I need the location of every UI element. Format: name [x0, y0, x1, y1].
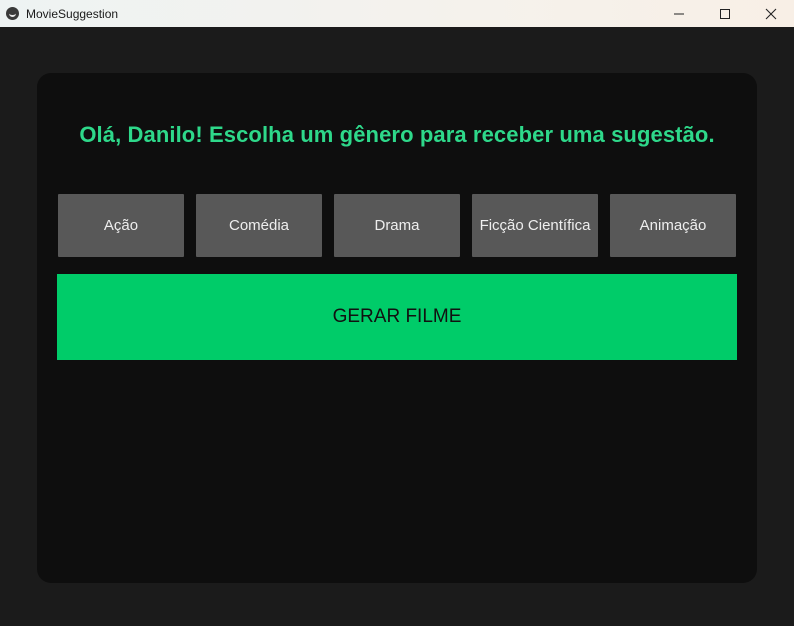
maximize-icon	[720, 8, 730, 19]
genre-button-drama[interactable]: Drama	[334, 194, 460, 257]
genre-button-row: Ação Comédia Drama Ficção Científica Ani…	[58, 194, 736, 257]
greeting-heading: Olá, Danilo! Escolha um gênero para rece…	[79, 122, 715, 147]
genre-button-acao[interactable]: Ação	[58, 194, 184, 257]
genre-button-comedia[interactable]: Comédia	[196, 194, 322, 257]
window-title: MovieSuggestion	[26, 6, 119, 21]
maximize-button[interactable]	[702, 0, 748, 27]
minimize-icon	[674, 13, 684, 14]
genre-button-animacao[interactable]: Animação	[610, 194, 736, 257]
window-controls	[656, 0, 794, 27]
app-logo-icon	[6, 7, 19, 20]
generate-movie-button[interactable]: GERAR FILME	[57, 274, 737, 360]
close-button[interactable]	[748, 0, 794, 27]
genre-button-ficcao-cientifica[interactable]: Ficção Científica	[472, 194, 598, 257]
title-bar: MovieSuggestion	[0, 0, 794, 27]
minimize-button[interactable]	[656, 0, 702, 27]
close-icon	[765, 8, 777, 19]
